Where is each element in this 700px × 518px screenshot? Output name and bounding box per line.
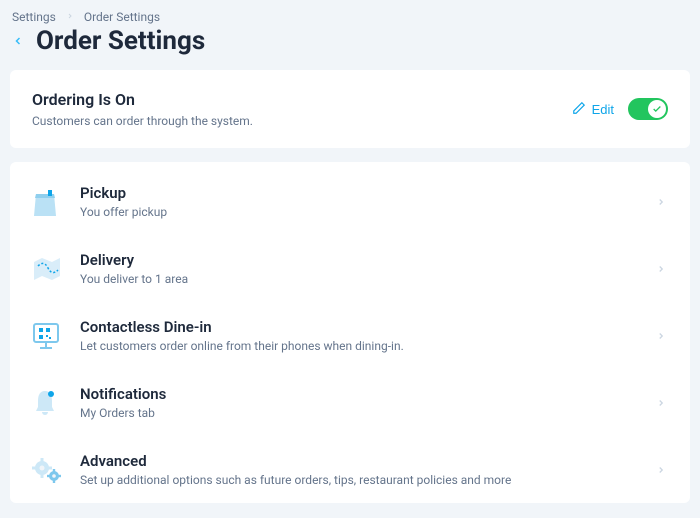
pickup-bag-icon [32, 186, 80, 218]
settings-item-delivery[interactable]: Delivery You deliver to 1 area [10, 235, 690, 302]
chevron-right-icon [66, 12, 74, 23]
edit-button-label: Edit [592, 102, 614, 117]
settings-item-title: Notifications [80, 385, 656, 403]
settings-item-notifications[interactable]: Notifications My Orders tab [10, 369, 690, 436]
settings-item-title: Contactless Dine-in [80, 318, 656, 336]
edit-button[interactable]: Edit [572, 101, 614, 118]
settings-item-title: Advanced [80, 452, 656, 470]
settings-item-dinein[interactable]: Contactless Dine-in Let customers order … [10, 302, 690, 369]
qr-monitor-icon [32, 322, 80, 350]
settings-item-description: Let customers order online from their ph… [80, 339, 656, 353]
chevron-right-icon [656, 264, 668, 274]
breadcrumb-settings[interactable]: Settings [12, 10, 56, 24]
chevron-right-icon [656, 331, 668, 341]
chevron-right-icon [656, 465, 668, 475]
settings-item-description: Set up additional options such as future… [80, 473, 656, 487]
ordering-status-title: Ordering Is On [32, 90, 253, 109]
settings-item-description: You deliver to 1 area [80, 272, 656, 286]
pencil-icon [572, 101, 586, 118]
settings-item-pickup[interactable]: Pickup You offer pickup [10, 168, 690, 235]
settings-list: Pickup You offer pickup Delivery You del… [10, 162, 690, 503]
bell-icon [32, 389, 80, 417]
delivery-map-icon [32, 256, 80, 282]
settings-item-title: Pickup [80, 184, 656, 202]
settings-item-description: My Orders tab [80, 406, 656, 420]
back-button[interactable] [12, 35, 24, 47]
breadcrumb-order-settings[interactable]: Order Settings [84, 10, 160, 24]
breadcrumb: Settings Order Settings [0, 0, 700, 24]
settings-item-advanced[interactable]: Advanced Set up additional options such … [10, 436, 690, 503]
page-header: Order Settings [0, 24, 700, 70]
chevron-right-icon [656, 197, 668, 207]
settings-item-title: Delivery [80, 251, 656, 269]
gears-icon [32, 456, 80, 484]
ordering-status-card: Ordering Is On Customers can order throu… [10, 70, 690, 148]
chevron-right-icon [656, 398, 668, 408]
settings-item-description: You offer pickup [80, 205, 656, 219]
page-title: Order Settings [36, 26, 205, 56]
ordering-status-description: Customers can order through the system. [32, 114, 253, 128]
ordering-toggle[interactable] [628, 98, 668, 120]
toggle-knob [648, 100, 666, 118]
